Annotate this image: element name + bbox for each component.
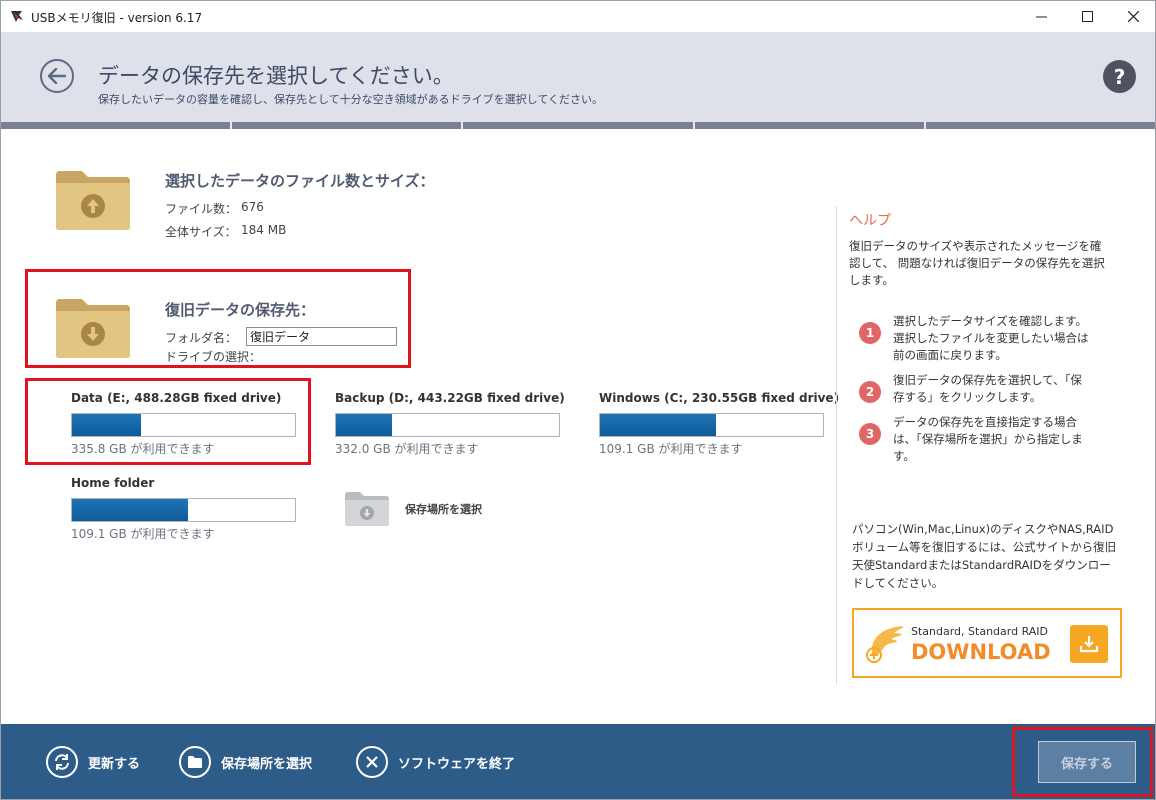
exit-software-button[interactable]: ソフトウェアを終了 — [356, 746, 515, 778]
folder-icon — [179, 746, 211, 778]
help-step-1: 1 選択したデータサイズを確認します。選択したファイルを変更したい場合は前の画面… — [859, 313, 1129, 364]
progress-step — [463, 122, 695, 129]
help-note: パソコン(Win,Mac,Linux)のディスクやNAS,RAIDボリューム等を… — [852, 522, 1117, 590]
download-icon — [1079, 636, 1099, 653]
drive-name: Backup (D:, 443.22GB fixed drive) — [335, 391, 565, 405]
refresh-icon — [46, 746, 78, 778]
help-button[interactable]: ? — [1103, 60, 1136, 93]
file-count-label: ファイル数： — [165, 202, 238, 216]
exit-software-label: ソフトウェアを終了 — [398, 756, 516, 772]
drive-e[interactable]: Data (E:, 488.28GB fixed drive) 335.8 GB… — [71, 391, 297, 457]
drive-free-space: 109.1 GB が利用できます — [599, 442, 743, 456]
choose-location-label: 保存場所を選択 — [405, 503, 482, 516]
page-header: データの保存先を選択してください。 保存したいデータの容量を確認し、保存先として… — [1, 32, 1155, 122]
folder-download-icon — [345, 492, 389, 526]
selected-data-heading: 選択したデータのファイル数とサイズ： — [165, 172, 435, 190]
drive-select-label: ドライブの選択： — [165, 350, 262, 364]
drive-usage-fill — [72, 499, 188, 521]
drive-usage-fill — [72, 414, 142, 436]
step-number: 1 — [859, 322, 881, 344]
choose-location-button[interactable]: 保存場所を選択 — [179, 746, 312, 778]
download-product-names: Standard, Standard RAID — [911, 625, 1049, 638]
folder-name-label: フォルダ名： — [165, 331, 238, 345]
close-icon — [356, 746, 388, 778]
help-title: ヘルプ — [849, 213, 891, 229]
back-button[interactable] — [40, 59, 74, 93]
question-icon: ? — [1113, 64, 1126, 89]
step-text: 選択したデータサイズを確認します。選択したファイルを変更したい場合は前の画面に戻… — [893, 314, 1089, 362]
choose-location-label: 保存場所を選択 — [221, 756, 313, 772]
progress-step — [232, 122, 464, 129]
drive-usage-bar — [335, 413, 560, 437]
app-logo-icon — [11, 11, 23, 22]
arrow-left-icon — [48, 68, 66, 84]
progress-step — [1, 122, 233, 129]
step-number: 3 — [859, 423, 881, 445]
step-number: 2 — [859, 381, 881, 403]
maximize-icon — [1081, 11, 1093, 22]
drive-home-folder[interactable]: Home folder 109.1 GB が利用できます — [71, 476, 297, 542]
destination-heading: 復旧データの保存先： — [165, 301, 316, 319]
minimize-button[interactable] — [1018, 1, 1064, 32]
file-count-value: 676 — [241, 200, 264, 214]
drive-c[interactable]: Windows (C:, 230.55GB fixed drive) 109.1… — [599, 391, 840, 457]
download-label: DOWNLOAD — [911, 640, 1051, 664]
refresh-label: 更新する — [88, 756, 141, 772]
title-bar: USBメモリ復旧 - version 6.17 — [1, 1, 1155, 32]
page-subtitle: 保存したいデータの容量を確認し、保存先として十分な空き領域があるドライブを選択し… — [98, 93, 604, 106]
drive-usage-fill — [336, 414, 392, 436]
progress-step — [926, 122, 1155, 129]
window-title: USBメモリ復旧 - version 6.17 — [31, 11, 203, 25]
minimize-icon — [1035, 16, 1047, 18]
help-panel: ヘルプ 復旧データのサイズや表示されたメッセージを確認して、 問題なければ復旧デ… — [836, 206, 1136, 684]
drive-name: Windows (C:, 230.55GB fixed drive) — [599, 391, 840, 405]
drive-d[interactable]: Backup (D:, 443.22GB fixed drive) 332.0 … — [335, 391, 565, 457]
help-step-3: 3 データの保存先を直接指定する場合は、「保存場所を選択」から指定します。 — [859, 414, 1129, 465]
footer-toolbar: 更新する 保存場所を選択 ソフトウェアを終了 保存する — [1, 724, 1155, 799]
progress-step — [695, 122, 926, 129]
download-banner[interactable]: Standard, Standard RAID DOWNLOAD — [852, 608, 1122, 678]
page-title: データの保存先を選択してください。 — [98, 64, 454, 88]
drive-usage-fill — [600, 414, 716, 436]
folder-download-icon — [56, 299, 130, 358]
choose-location-item[interactable]: 保存場所を選択 — [344, 491, 482, 527]
app-window: USBメモリ復旧 - version 6.17 データの保存先を選択してください… — [0, 0, 1156, 800]
step-progress-bar — [1, 122, 1155, 129]
refresh-button[interactable]: 更新する — [46, 746, 140, 778]
angel-wing-icon — [866, 626, 904, 663]
step-text: 復旧データの保存先を選択して、「保存する」をクリックします。 — [893, 373, 1082, 404]
maximize-button[interactable] — [1064, 1, 1110, 32]
total-size-label: 全体サイズ： — [165, 225, 237, 239]
download-icon-box — [1070, 625, 1108, 663]
step-text: データの保存先を直接指定する場合は、「保存場所を選択」から指定します。 — [893, 415, 1083, 463]
folder-upload-icon — [56, 171, 130, 230]
folder-name-input[interactable] — [246, 327, 397, 346]
help-step-2: 2 復旧データの保存先を選択して、「保存する」をクリックします。 — [859, 372, 1129, 406]
close-icon — [1127, 11, 1139, 22]
save-button[interactable]: 保存する — [1038, 741, 1136, 783]
drive-free-space: 335.8 GB が利用できます — [71, 442, 215, 456]
help-intro: 復旧データのサイズや表示されたメッセージを確認して、 問題なければ復旧データの保… — [849, 239, 1105, 287]
drive-usage-bar — [71, 498, 296, 522]
drive-name: Home folder — [71, 476, 155, 490]
drive-free-space: 332.0 GB が利用できます — [335, 442, 479, 456]
drive-usage-bar — [71, 413, 296, 437]
drive-name: Data (E:, 488.28GB fixed drive) — [71, 391, 282, 405]
drive-free-space: 109.1 GB が利用できます — [71, 527, 215, 541]
total-size-value: 184 MB — [241, 223, 287, 237]
close-button[interactable] — [1110, 1, 1155, 32]
drive-usage-bar — [599, 413, 824, 437]
